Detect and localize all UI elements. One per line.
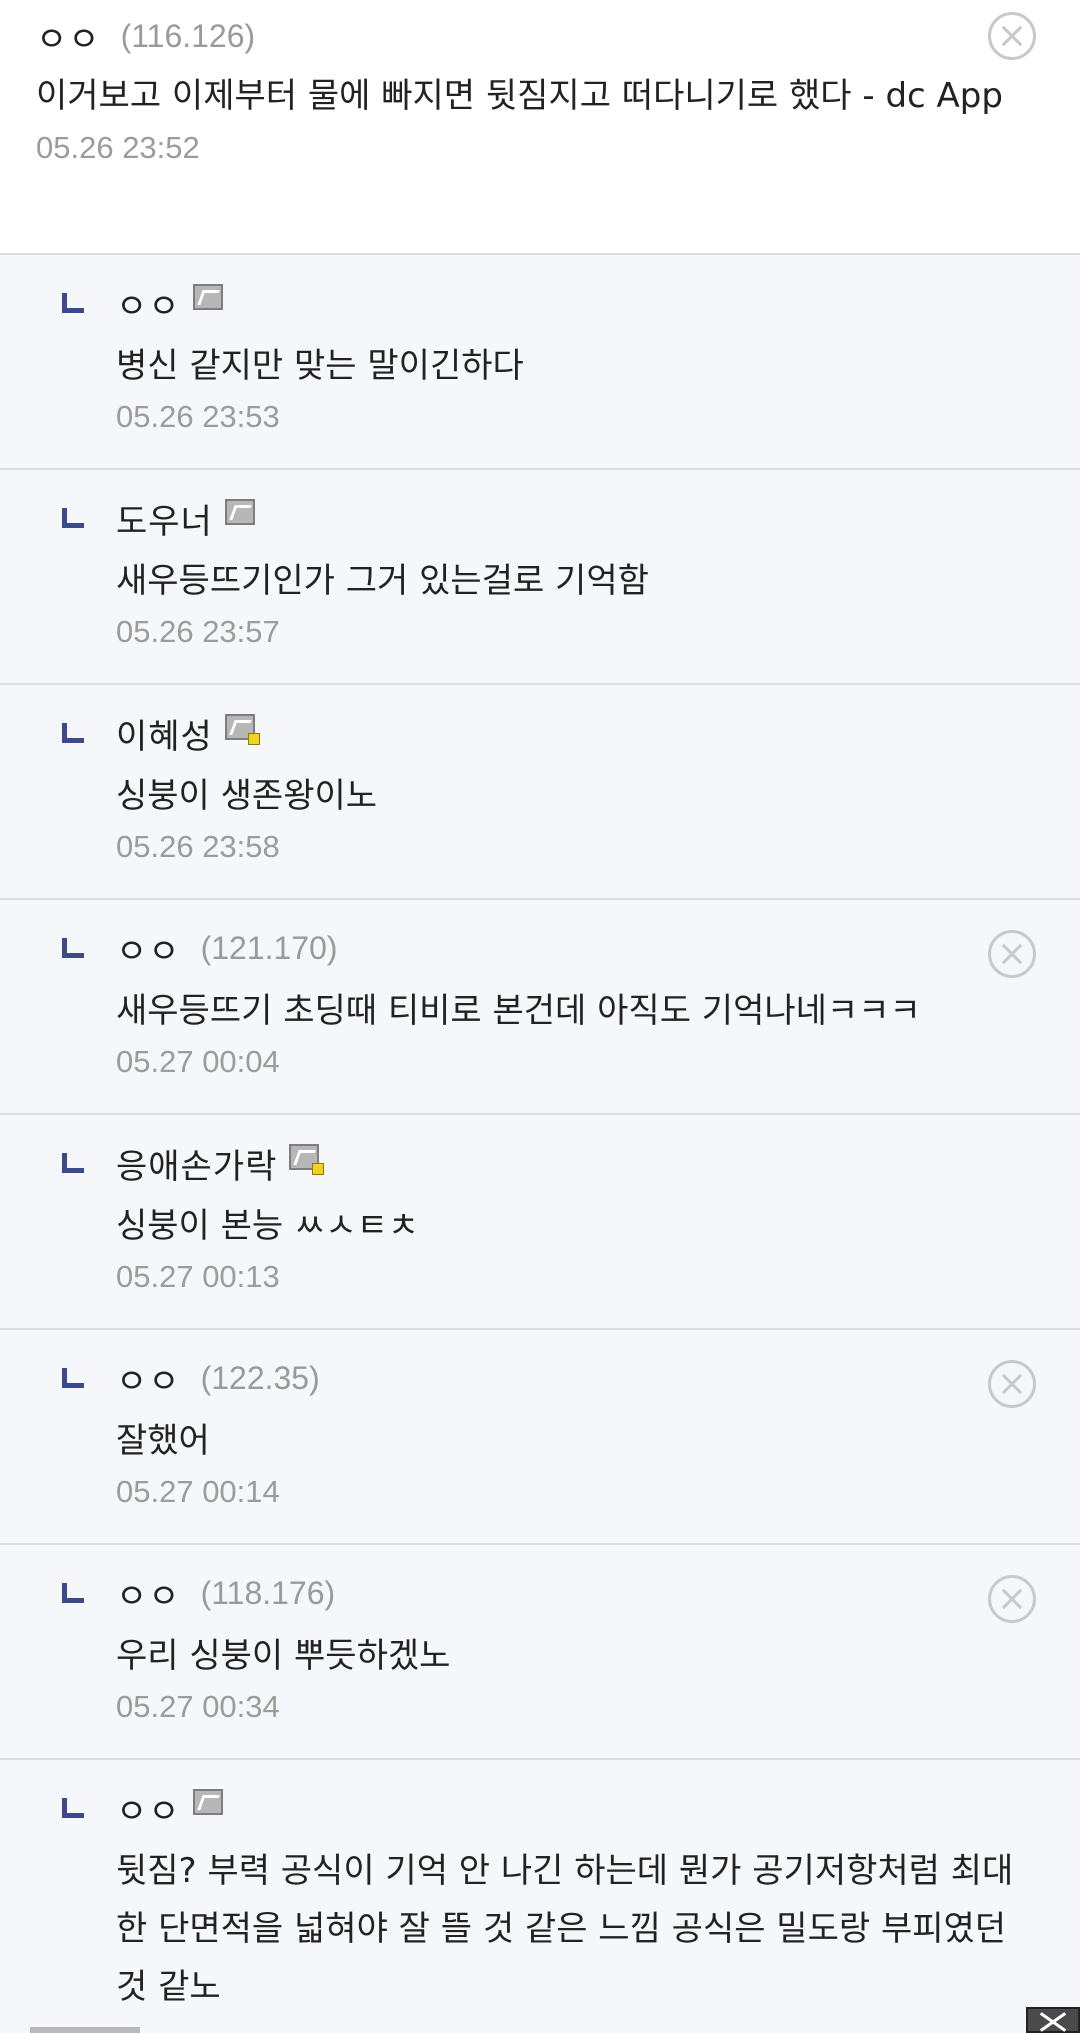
comment-date: 05.26 23:53: [116, 399, 280, 434]
semi-fixed-nick-icon: [224, 714, 260, 745]
comment-header: ㅇㅇ (118.176): [116, 1567, 1044, 1619]
comment-header: ㅇㅇ (122.35): [116, 1352, 1044, 1404]
comment-header: ㅇㅇ (121.170): [116, 922, 1044, 974]
comment-ip: (121.170): [200, 929, 338, 966]
fixed-nick-icon: [192, 284, 223, 310]
semi-fixed-nick-icon: [289, 1144, 325, 1175]
comment-date: 05.27 00:14: [116, 1474, 280, 1509]
scroll-indicator: [30, 2027, 140, 2033]
comment-text: 싱붕이 본능 ㅆㅅㅌㅊ: [116, 1206, 420, 1246]
comment-nickname[interactable]: ㅇㅇ: [116, 1354, 181, 1403]
comment-text: 싱붕이 생존왕이노: [116, 776, 378, 816]
reply-item: 도우너 새우등뜨기인가 그거 있는걸로 기억함 05.26 23:57: [0, 470, 1080, 685]
comment-date: 05.27 00:34: [116, 1689, 280, 1724]
fixed-nick-icon: [224, 499, 255, 525]
reply-arrow-icon: [62, 1153, 86, 1175]
comment-date: 05.26 23:58: [116, 829, 280, 864]
comment-header: 이혜성: [116, 707, 1044, 759]
comment-nickname[interactable]: ㅇㅇ: [116, 924, 181, 973]
comment-nickname[interactable]: 도우너: [116, 494, 213, 543]
comment-date: 05.27 00:13: [116, 1259, 280, 1294]
comment-header: ㅇㅇ (116.126): [36, 10, 1044, 62]
comment-date: 05.26 23:52: [36, 130, 200, 165]
comment-nickname[interactable]: ㅇㅇ: [116, 1784, 181, 1833]
comment-date: 05.26 23:57: [116, 614, 280, 649]
delete-comment-icon[interactable]: [988, 12, 1036, 60]
reply-item: ㅇㅇ (122.35) 잘했어 05.27 00:14: [0, 1330, 1080, 1545]
reply-arrow-icon: [62, 293, 86, 315]
comment-nickname[interactable]: 응애손가락: [116, 1139, 277, 1188]
comment-ip: (116.126): [120, 17, 256, 54]
comment-nickname[interactable]: ㅇㅇ: [36, 12, 101, 61]
comment-text: 우리 싱붕이 뿌듯하겠노: [116, 1636, 451, 1676]
reply-arrow-icon: [62, 1583, 86, 1605]
reply-arrow-icon: [62, 1368, 86, 1390]
reply-arrow-icon: [62, 508, 86, 530]
reply-item: 이혜성 싱붕이 생존왕이노 05.26 23:58: [0, 685, 1080, 900]
reply-arrow-icon: [62, 1798, 86, 1820]
reply-item: ㅇㅇ 뒷짐? 부력 공식이 기억 안 나긴 하는데 뭔가 공기저항처럼 최대한 …: [0, 1760, 1080, 2033]
comment-text: 이거보고 이제부터 물에 빠지면 뒷짐지고 떠다니기로 했다 - dc App: [36, 76, 1003, 116]
reply-item: ㅇㅇ (121.170) 새우등뜨기 초딩때 티비로 본건데 아직도 기억나네ㅋ…: [0, 900, 1080, 1115]
comment-header: ㅇㅇ: [116, 1782, 1044, 1834]
comment-nickname[interactable]: ㅇㅇ: [116, 1569, 181, 1618]
delete-comment-icon[interactable]: [988, 1360, 1036, 1408]
comment-date: 05.27 00:04: [116, 1044, 280, 1079]
comment-ip: (122.35): [200, 1359, 320, 1396]
delete-comment-icon[interactable]: [988, 930, 1036, 978]
comment-header: 도우너: [116, 492, 1044, 544]
reply-item: ㅇㅇ 병신 같지만 맞는 말이긴하다 05.26 23:53: [0, 255, 1080, 470]
comment-text: 새우등뜨기 초딩때 티비로 본건데 아직도 기억나네ㅋㅋㅋ: [116, 991, 921, 1031]
comment-text: 뒷짐? 부력 공식이 기억 안 나긴 하는데 뭔가 공기저항처럼 최대한 단면적…: [116, 1851, 1014, 2007]
reply-item: ㅇㅇ (118.176) 우리 싱붕이 뿌듯하겠노 05.27 00:34: [0, 1545, 1080, 1760]
fixed-nick-icon: [192, 1789, 223, 1815]
reply-item: 응애손가락 싱붕이 본능 ㅆㅅㅌㅊ 05.27 00:13: [0, 1115, 1080, 1330]
reply-arrow-icon: [62, 723, 86, 745]
comment-ip: (118.176): [200, 1574, 336, 1611]
comment-header: ㅇㅇ: [116, 277, 1044, 329]
comment-item: ㅇㅇ (116.126) 이거보고 이제부터 물에 빠지면 뒷짐지고 떠다니기로…: [0, 0, 1080, 255]
comment-text: 병신 같지만 맞는 말이긴하다: [116, 346, 524, 386]
comment-text: 새우등뜨기인가 그거 있는걸로 기억함: [116, 561, 649, 601]
comment-header: 응애손가락: [116, 1137, 1044, 1189]
comment-text: 잘했어: [116, 1421, 210, 1461]
comment-nickname[interactable]: 이혜성: [116, 709, 213, 758]
comment-nickname[interactable]: ㅇㅇ: [116, 279, 181, 328]
delete-comment-icon[interactable]: [988, 1575, 1036, 1623]
reply-arrow-icon: [62, 938, 86, 960]
close-icon[interactable]: [1026, 2007, 1080, 2033]
